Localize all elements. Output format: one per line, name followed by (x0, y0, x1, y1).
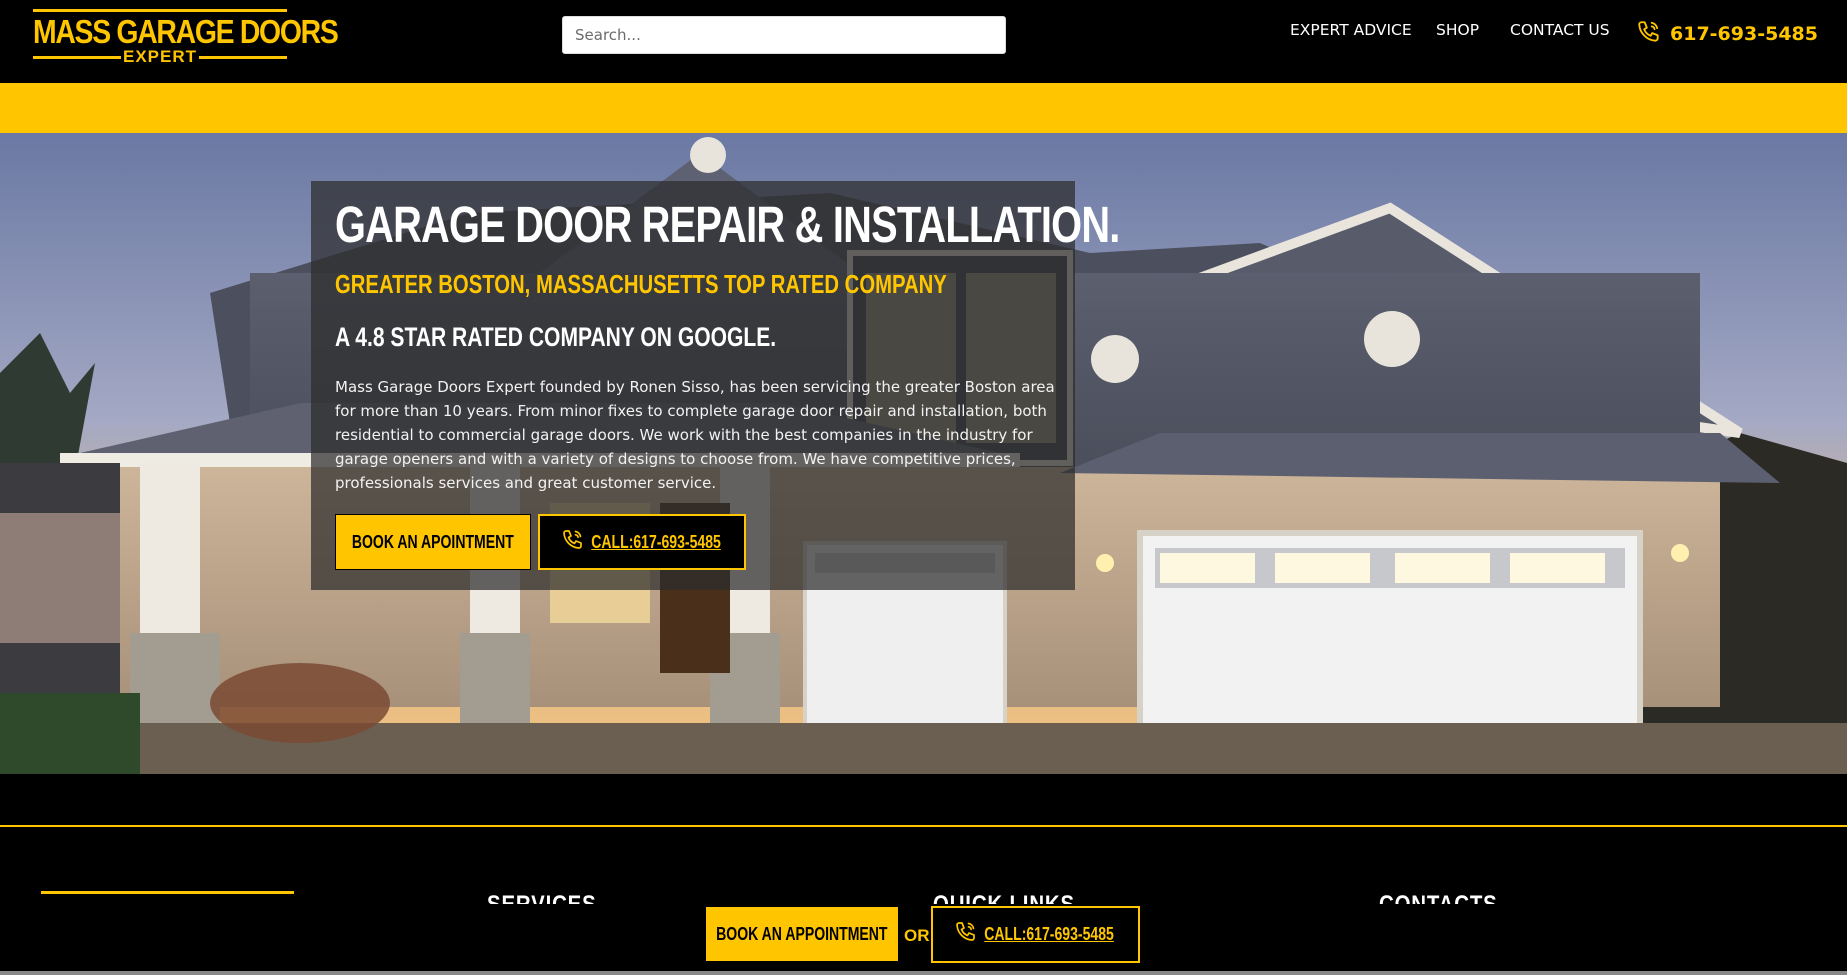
hero-subtitle: GREATER BOSTON, MASSACHUSETTS TOP RATED … (335, 269, 947, 299)
logo-rule (33, 56, 121, 59)
hero-text-panel: GARAGE DOOR REPAIR & INSTALLATION. GREAT… (311, 181, 1120, 590)
footer-logo-rule (41, 891, 294, 894)
logo-subtitle: EXPERT (122, 47, 198, 66)
logo-subtitle-row: EXPERT (33, 47, 287, 66)
phone-icon (1636, 19, 1662, 50)
sticky-call-button[interactable]: CALL:617-693-5485 (931, 906, 1140, 963)
footer-divider (0, 825, 1847, 827)
hero-title: GARAGE DOOR REPAIR & INSTALLATION. (335, 196, 1120, 253)
nav-shop[interactable]: SHOP (1436, 21, 1479, 39)
footer-heading-quick-links: QUICK LINKS (933, 890, 1075, 904)
call-button-label: CALL:617-693-5485 (591, 531, 721, 552)
bottom-scrollbar-strip (0, 971, 1847, 975)
sticky-book-appointment-button[interactable]: BOOK AN APPOINTMENT (705, 906, 899, 962)
sticky-book-label: BOOK AN APPOINTMENT (716, 923, 888, 944)
header-phone-number: 617-693-5485 (1670, 23, 1818, 45)
phone-icon (954, 920, 978, 949)
accent-band (0, 83, 1847, 133)
call-button[interactable]: CALL:617-693-5485 (538, 514, 746, 570)
logo-title: MASS GARAGE DOORS (33, 13, 339, 50)
footer-heading-services: SERVICES (487, 890, 597, 904)
hero-rating: A 4.8 STAR RATED COMPANY ON GOOGLE. (335, 322, 777, 352)
hero-section: GARAGE DOOR REPAIR & INSTALLATION. GREAT… (0, 133, 1847, 774)
phone-icon (561, 528, 585, 557)
nav-contact-us[interactable]: CONTACT US (1510, 21, 1610, 39)
logo-rule (33, 9, 287, 12)
book-appointment-button[interactable]: BOOK AN APOINTMENT (335, 514, 531, 570)
hero-description: Mass Garage Doors Expert founded by Rone… (335, 378, 1055, 492)
header-phone-link[interactable]: 617-693-5485 (1636, 20, 1818, 48)
sticky-call-label: CALL:617-693-5485 (984, 924, 1115, 944)
nav-expert-advice[interactable]: EXPERT ADVICE (1290, 21, 1412, 39)
site-logo[interactable]: MASS GARAGE DOORS EXPERT (33, 9, 339, 66)
footer-heading-contacts: CONTACTS (1379, 890, 1498, 904)
book-appointment-label: BOOK AN APOINTMENT (352, 531, 514, 552)
search-input[interactable] (562, 16, 1006, 54)
logo-rule (199, 56, 287, 59)
sticky-cta-bar: BOOK AN APPOINTMENT OR CALL:617-693-5485 (0, 906, 1847, 975)
sticky-or-label: OR (904, 926, 930, 945)
site-header: MASS GARAGE DOORS EXPERT EXPERT ADVICE S… (0, 0, 1847, 83)
